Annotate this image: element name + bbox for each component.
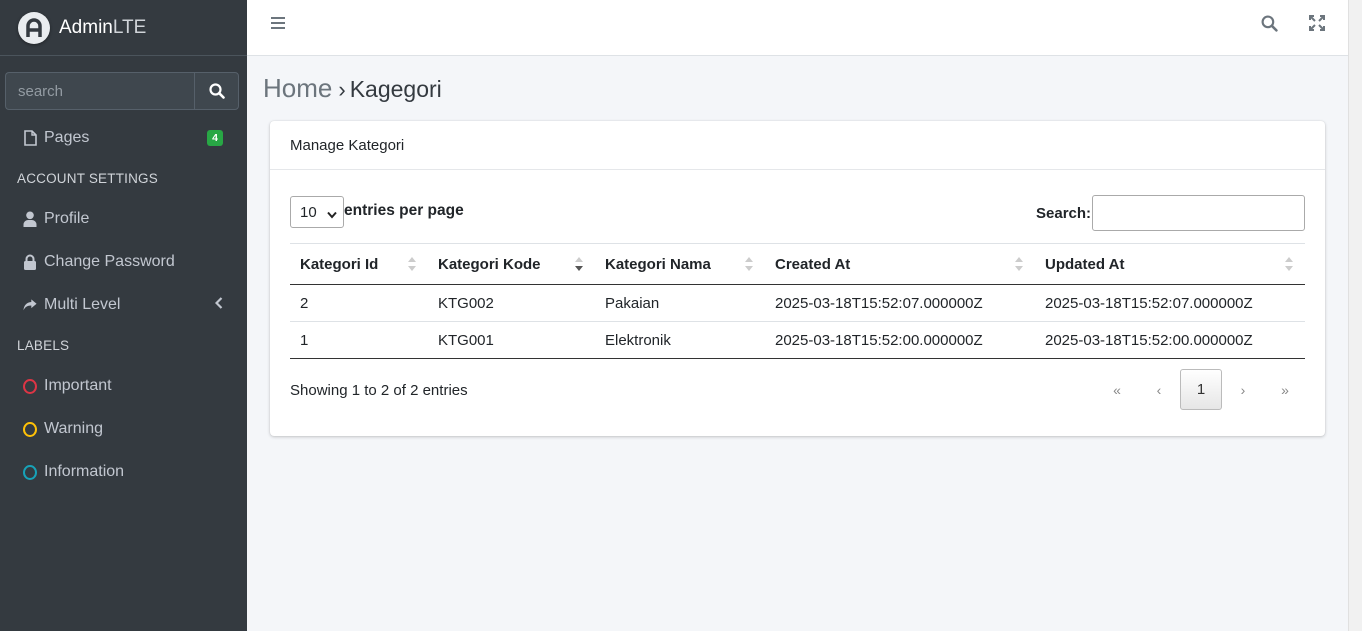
- sidebar: AdminLTE Pages 4 ACCOUNT SETTINGS Profil…: [0, 0, 247, 631]
- column-header-updated-at[interactable]: Updated At: [1035, 243, 1305, 285]
- breadcrumb-separator: ›: [338, 77, 346, 102]
- breadcrumb: Home › Kagegori: [263, 73, 442, 104]
- column-header-kategori-id[interactable]: Kategori Id: [290, 243, 428, 285]
- sidebar-item-label: Profile: [44, 210, 90, 227]
- sidebar-item-label: Multi Level: [44, 296, 121, 313]
- page-size-select[interactable]: 10: [290, 196, 344, 228]
- brand-link[interactable]: AdminLTE: [0, 0, 247, 56]
- file-icon: [23, 130, 37, 146]
- share-icon: [23, 297, 37, 313]
- user-icon: [23, 211, 37, 227]
- sidebar-item-warning[interactable]: Warning: [0, 409, 247, 449]
- chevron-down-icon: [327, 206, 337, 223]
- cell-kategori-kode: KTG001: [428, 321, 595, 359]
- sidebar-item-label: Important: [44, 377, 112, 394]
- sort-icon: [1285, 257, 1293, 271]
- table-search-label: Search:: [1036, 205, 1092, 222]
- column-header-kategori-nama[interactable]: Kategori Nama: [595, 243, 765, 285]
- sidebar-item-profile[interactable]: Profile: [0, 199, 247, 239]
- cell-kategori-nama: Pakaian: [595, 284, 765, 322]
- sidebar-search-button[interactable]: [194, 72, 239, 110]
- sidebar-item-change-password[interactable]: Change Password: [0, 242, 247, 282]
- account-settings-header: ACCOUNT SETTINGS: [17, 171, 158, 186]
- sidebar-item-pages[interactable]: Pages 4: [0, 118, 247, 158]
- pages-count-badge: 4: [207, 130, 223, 146]
- sort-icon: [408, 257, 416, 271]
- cell-kategori-id: 1: [290, 321, 428, 359]
- pagination-last[interactable]: »: [1272, 369, 1298, 410]
- cell-created-at: 2025-03-18T15:52:00.000000Z: [765, 321, 1035, 359]
- table-header-row: Kategori Id Kategori Kode Kategori Nama …: [290, 243, 1305, 285]
- search-icon[interactable]: [1261, 15, 1278, 37]
- cell-updated-at: 2025-03-18T15:52:00.000000Z: [1035, 321, 1305, 359]
- entries-per-page-label: entries per page: [344, 202, 464, 219]
- adminlte-logo-icon: [18, 11, 50, 44]
- sidebar-search: [5, 72, 239, 110]
- sort-icon: [745, 257, 753, 271]
- table-row: 1 KTG001 Elektronik 2025-03-18T15:52:00.…: [290, 321, 1305, 359]
- sidebar-item-label: Information: [44, 463, 125, 480]
- breadcrumb-current: Kagegori: [349, 76, 442, 102]
- page-scrollbar[interactable]: [1348, 0, 1362, 631]
- card-title: Manage Kategori: [270, 121, 1325, 170]
- kategori-table: Kategori Id Kategori Kode Kategori Nama …: [290, 243, 1305, 359]
- pagination-page-1[interactable]: 1: [1180, 369, 1222, 410]
- top-navbar: [247, 0, 1348, 56]
- cell-kategori-id: 2: [290, 284, 428, 322]
- lock-icon: [23, 254, 37, 270]
- sidebar-item-multi-level[interactable]: Multi Level: [0, 285, 247, 325]
- sidebar-item-important[interactable]: Important: [0, 366, 247, 406]
- manage-kategori-card: Manage Kategori 10 entries per page Sear…: [270, 121, 1325, 436]
- circle-icon: [23, 378, 37, 394]
- sidebar-item-label: Change Password: [44, 253, 175, 270]
- page-size-value: 10: [300, 203, 317, 221]
- cell-updated-at: 2025-03-18T15:52:07.000000Z: [1035, 284, 1305, 322]
- sort-desc-icon: [575, 257, 583, 271]
- labels-header: LABELS: [17, 338, 70, 353]
- search-icon: [208, 83, 225, 99]
- column-header-created-at[interactable]: Created At: [765, 243, 1035, 285]
- breadcrumb-home[interactable]: Home: [263, 73, 332, 104]
- cell-created-at: 2025-03-18T15:52:07.000000Z: [765, 284, 1035, 322]
- sidebar-search-input[interactable]: [5, 72, 194, 110]
- sort-icon: [1015, 257, 1023, 271]
- cell-kategori-kode: KTG002: [428, 284, 595, 322]
- chevron-left-icon: [214, 296, 223, 314]
- menu-toggle-icon[interactable]: [271, 16, 285, 35]
- column-header-kategori-kode[interactable]: Kategori Kode: [428, 243, 595, 285]
- table-info: Showing 1 to 2 of 2 entries: [290, 382, 468, 399]
- fullscreen-icon[interactable]: [1309, 15, 1325, 36]
- sidebar-item-information[interactable]: Information: [0, 452, 247, 492]
- brand-text: AdminLTE: [59, 16, 147, 38]
- sidebar-item-label: Pages: [44, 129, 90, 146]
- table-row: 2 KTG002 Pakaian 2025-03-18T15:52:07.000…: [290, 284, 1305, 322]
- table-search-input[interactable]: [1092, 195, 1305, 231]
- cell-kategori-nama: Elektronik: [595, 321, 765, 359]
- pagination-previous[interactable]: ‹: [1146, 369, 1172, 410]
- pagination-next[interactable]: ›: [1230, 369, 1256, 410]
- circle-icon: [23, 464, 37, 480]
- sidebar-item-label: Warning: [44, 420, 103, 437]
- circle-icon: [23, 421, 37, 437]
- pagination-first[interactable]: «: [1104, 369, 1130, 410]
